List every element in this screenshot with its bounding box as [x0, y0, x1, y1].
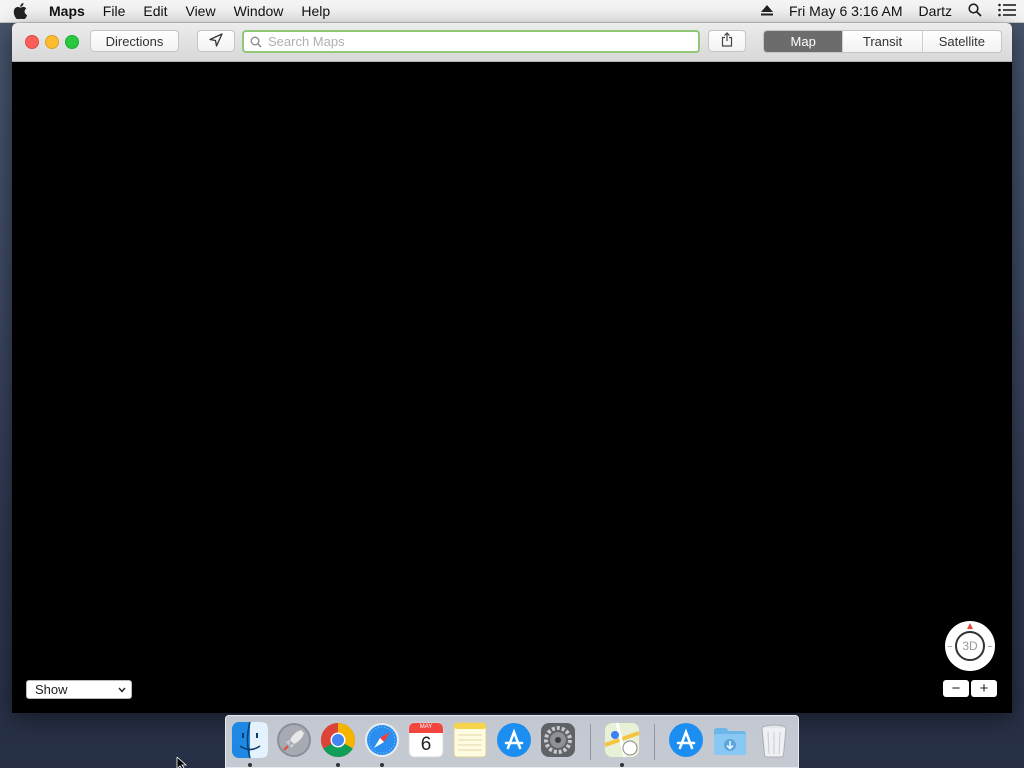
menu-window[interactable]: Window: [225, 3, 293, 19]
tab-map[interactable]: Map: [764, 31, 843, 52]
maps-icon[interactable]: [603, 721, 641, 759]
calendar-day-text: 6: [420, 734, 432, 755]
menu-edit[interactable]: Edit: [134, 3, 176, 19]
search-field[interactable]: [242, 30, 700, 53]
finder-icon[interactable]: [231, 721, 269, 759]
spotlight-search-icon[interactable]: [968, 2, 982, 20]
tab-transit[interactable]: Transit: [842, 31, 921, 52]
close-window-button[interactable]: [25, 35, 39, 49]
launchpad-icon[interactable]: [275, 721, 313, 759]
zoom-out-button[interactable]: −: [943, 680, 969, 697]
show-dropdown-value: Show: [35, 682, 68, 697]
minimize-window-button[interactable]: [45, 35, 59, 49]
menu-app-name[interactable]: Maps: [40, 3, 94, 19]
safari-icon[interactable]: [363, 721, 401, 759]
compass-tick: [988, 646, 992, 647]
chrome-icon[interactable]: [319, 721, 357, 759]
menu-user-name[interactable]: Dartz: [919, 3, 952, 19]
menu-file[interactable]: File: [94, 3, 135, 19]
maps-window: Directions Map Transit Satellite Show: [12, 23, 1012, 713]
compass-3d-label: 3D: [955, 631, 985, 661]
notes-icon[interactable]: [451, 721, 489, 759]
notification-center-icon[interactable]: [998, 3, 1016, 20]
app-store-icon[interactable]: [495, 721, 533, 759]
running-indicator: [380, 763, 384, 767]
running-indicator: [336, 763, 340, 767]
share-icon: [721, 32, 733, 50]
calendar-icon[interactable]: MAY 6: [407, 721, 445, 759]
current-location-button[interactable]: [197, 30, 235, 52]
downloads-folder-icon[interactable]: [711, 721, 749, 759]
mouse-cursor-icon: [176, 756, 188, 768]
eject-icon[interactable]: [760, 3, 773, 19]
location-arrow-icon: [209, 32, 223, 50]
system-preferences-icon[interactable]: [539, 721, 577, 759]
show-dropdown[interactable]: Show: [26, 680, 132, 699]
running-indicator: [248, 763, 252, 767]
app-store-downloads-icon[interactable]: [667, 721, 705, 759]
menu-bar: Maps File Edit View Window Help Fri May …: [0, 0, 1024, 23]
menu-help[interactable]: Help: [292, 3, 339, 19]
map-canvas[interactable]: [12, 62, 1012, 713]
compass-north-indicator-icon: [967, 623, 973, 629]
menu-view[interactable]: View: [176, 3, 224, 19]
window-toolbar: Directions Map Transit Satellite: [12, 23, 1012, 62]
tab-satellite[interactable]: Satellite: [921, 31, 1001, 52]
share-button[interactable]: [708, 30, 746, 52]
zoom-window-button[interactable]: [65, 35, 79, 49]
dock-separator: [590, 724, 591, 760]
dock: MAY 6: [225, 715, 799, 768]
search-input[interactable]: [266, 33, 690, 50]
calendar-month-text: MAY: [419, 724, 433, 730]
trash-icon[interactable]: [755, 721, 793, 759]
search-icon: [246, 36, 266, 48]
map-mode-segmented-control: Map Transit Satellite: [763, 30, 1002, 53]
zoom-in-button[interactable]: +: [971, 680, 997, 697]
compass-tick: [948, 646, 952, 647]
running-indicator: [620, 763, 624, 767]
menu-clock[interactable]: Fri May 6 3:16 AM: [789, 3, 903, 19]
directions-button[interactable]: Directions: [90, 30, 179, 52]
apple-menu-icon[interactable]: [0, 3, 40, 19]
chevron-down-icon: [118, 687, 126, 693]
compass-3d-button[interactable]: 3D: [945, 621, 995, 671]
dock-separator: [654, 724, 655, 760]
